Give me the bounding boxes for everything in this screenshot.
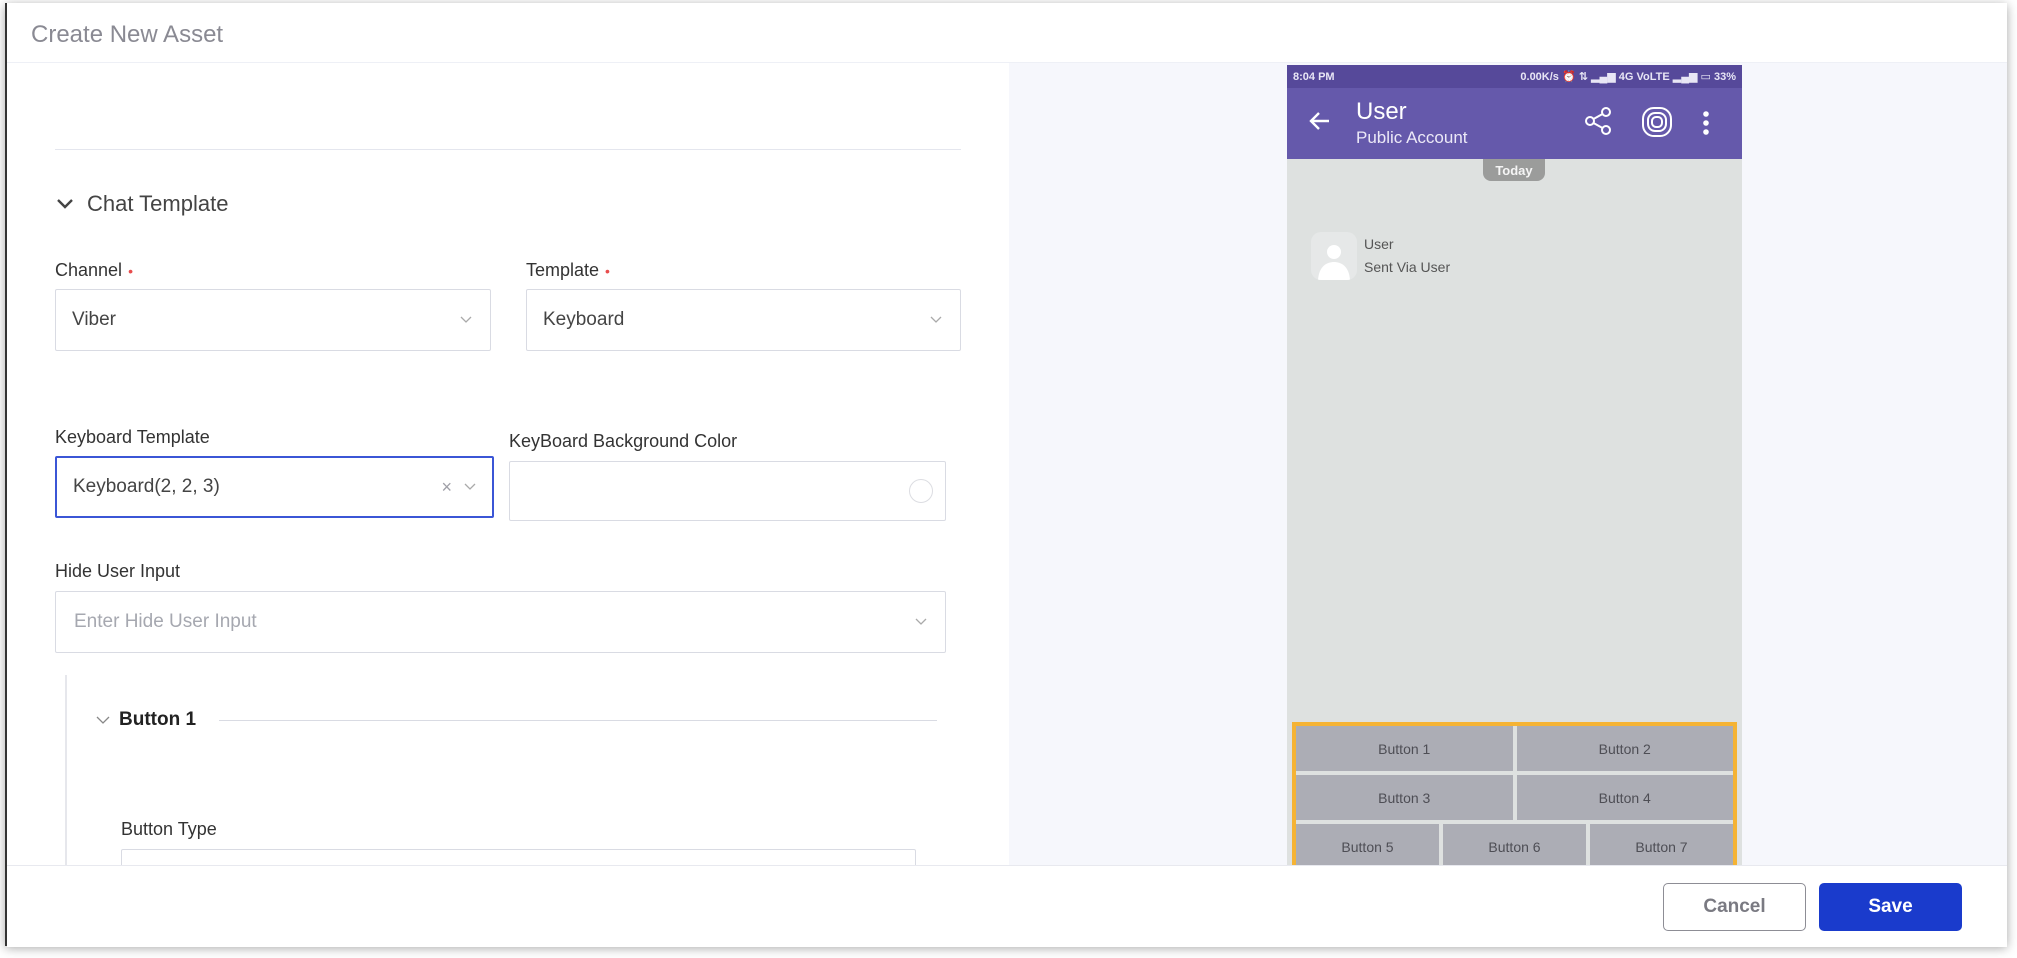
keyboard-template-label: Keyboard Template — [55, 427, 210, 447]
keyboard-button[interactable]: Button 5 — [1296, 824, 1439, 865]
chevron-down-icon — [57, 199, 73, 209]
button-type-select[interactable] — [121, 849, 916, 865]
channel-value: Viber — [72, 309, 117, 330]
keyboard-row: Button 1 Button 2 — [1296, 726, 1733, 771]
keyboard-button[interactable]: Button 4 — [1516, 775, 1733, 820]
hide-user-input-placeholder: Enter Hide User Input — [74, 611, 257, 632]
chevron-down-icon — [460, 316, 472, 323]
keyboard-button[interactable]: Button 3 — [1296, 775, 1513, 820]
template-label: Template • — [526, 260, 610, 281]
modal-header: Create New Asset — [7, 3, 2007, 63]
phone-preview: 8:04 PM 0.00K/s ⏰ ⇅ ▂▄▆ 4G VoLTE ▂▄▆ ▭ 3… — [1287, 65, 1742, 865]
chevron-down-icon — [915, 618, 927, 625]
app-bar: User Public Account — [1287, 88, 1742, 159]
template-value: Keyboard — [543, 309, 625, 330]
message-text: Sent Via User — [1364, 259, 1451, 275]
channel-label: Channel • — [55, 260, 133, 281]
keyboard-template-select[interactable]: Keyboard(2, 2, 3) × — [55, 456, 494, 518]
cancel-button[interactable]: Cancel — [1663, 883, 1806, 931]
viber-icon[interactable] — [1641, 106, 1673, 138]
chat-template-section-toggle[interactable]: Chat Template — [55, 191, 228, 217]
keyboard-button[interactable]: Button 1 — [1296, 726, 1513, 771]
keyboard-row: Button 5 Button 6 Button 7 — [1296, 824, 1733, 865]
avatar — [1311, 232, 1357, 280]
hide-user-input-label: Hide User Input — [55, 561, 181, 581]
more-vertical-icon[interactable] — [1701, 110, 1711, 136]
modal-title: Create New Asset — [31, 21, 224, 48]
channel-select[interactable]: Viber — [55, 289, 491, 351]
color-picker-icon[interactable] — [909, 479, 933, 503]
create-asset-modal: Create New Asset Chat Template Channel • … — [5, 3, 2007, 947]
save-button[interactable]: Save — [1819, 883, 1962, 931]
keyboard-preview: Button 1 Button 2 Button 3 Button 4 Butt… — [1292, 722, 1737, 865]
form-pane[interactable]: Chat Template Channel • Viber Template • K… — [7, 63, 1009, 865]
divider — [55, 149, 961, 150]
clear-icon[interactable]: × — [441, 477, 452, 498]
keyboard-row: Button 3 Button 4 — [1296, 775, 1733, 820]
keyboard-bg-color-label: KeyBoard Background Color — [509, 431, 738, 451]
keyboard-button[interactable]: Button 6 — [1443, 824, 1586, 865]
template-label-text: Template — [526, 260, 600, 280]
required-indicator: • — [128, 263, 133, 280]
chevron-down-icon — [930, 316, 942, 323]
date-badge: Today — [1483, 159, 1545, 181]
share-icon[interactable] — [1584, 106, 1614, 136]
required-indicator: • — [605, 263, 610, 280]
status-bar: 8:04 PM 0.00K/s ⏰ ⇅ ▂▄▆ 4G VoLTE ▂▄▆ ▭ 3… — [1287, 65, 1742, 88]
keyboard-bg-color-input[interactable] — [509, 461, 946, 521]
hide-user-input-select[interactable]: Enter Hide User Input — [55, 591, 946, 653]
chevron-down-icon — [96, 716, 110, 724]
divider — [219, 720, 937, 721]
button-1-toggle[interactable]: Button 1 — [95, 709, 196, 731]
button-1-title: Button 1 — [119, 709, 197, 730]
preview-pane: 8:04 PM 0.00K/s ⏰ ⇅ ▂▄▆ 4G VoLTE ▂▄▆ ▭ 3… — [1009, 63, 2007, 865]
button-section-rail — [65, 675, 67, 865]
section-title: Chat Template — [87, 191, 229, 216]
status-indicators: 0.00K/s ⏰ ⇅ ▂▄▆ 4G VoLTE ▂▄▆ ▭ 33% — [1520, 71, 1736, 83]
modal-footer: Cancel Save — [7, 865, 2007, 947]
back-arrow-icon[interactable] — [1307, 108, 1333, 134]
template-select[interactable]: Keyboard — [526, 289, 961, 351]
keyboard-button[interactable]: Button 2 — [1516, 726, 1733, 771]
status-time: 8:04 PM — [1293, 70, 1335, 83]
keyboard-button[interactable]: Button 7 — [1590, 824, 1733, 865]
channel-label-text: Channel — [55, 260, 123, 280]
chat-subtitle: Public Account — [1356, 128, 1468, 147]
user-icon — [1318, 245, 1350, 280]
chevron-down-icon — [464, 483, 476, 490]
message-sender: User — [1364, 236, 1394, 252]
button-type-label: Button Type — [121, 819, 217, 839]
keyboard-template-value: Keyboard(2, 2, 3) — [73, 476, 220, 497]
chat-title: User — [1356, 98, 1407, 125]
